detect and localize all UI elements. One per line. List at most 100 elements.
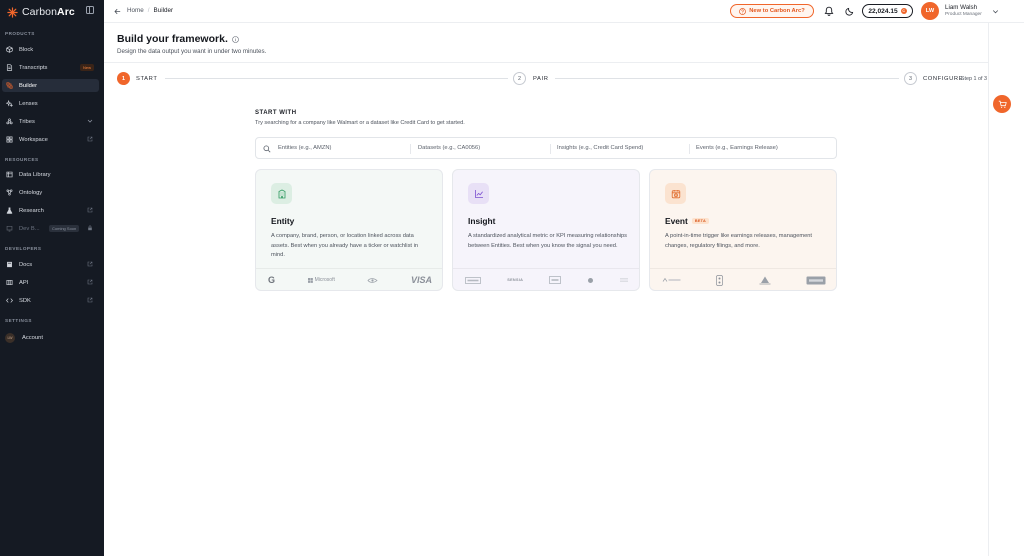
start-with-hint: Try searching for a company like Walmart… [255,120,465,126]
partner-logo [549,276,562,284]
carbon-arc-logo-icon [7,6,18,18]
nvidia-logo [367,277,379,284]
avatar[interactable]: LW [921,2,939,20]
credits-balance[interactable]: 22,024.15 C [862,4,913,18]
sidebar-item-sdk[interactable]: SDK [2,294,99,307]
sidebar-item-data-library[interactable]: Data Library [2,168,99,181]
sidebar-item-label: API [19,279,29,286]
sidebar-item-api[interactable]: API [2,276,99,289]
info-icon[interactable] [232,35,239,43]
visa-logo: VISA [410,275,432,285]
sidebar-item-tribes[interactable]: Tribes [2,115,99,128]
sidebar-item-account[interactable]: LW Account [2,331,99,344]
promo-label: New to Carbon Arc? [749,8,805,14]
breadcrumb-current: Builder [153,7,174,14]
section-developers: DEVELOPERS [5,246,42,251]
divider [550,144,551,154]
partner-logo [716,274,724,286]
entity-title: Entity [271,216,295,226]
sensia-logo: SENSIA [507,278,524,282]
step-3-label: CONFIGURE [923,76,964,82]
brand[interactable]: CarbonArc [7,5,75,19]
external-link-icon [87,279,93,285]
page-title-row: Build your framework. [117,33,239,45]
back-arrow-icon[interactable] [114,8,121,15]
search-field-events[interactable]: Events (e.g., Earnings Release) [696,145,778,151]
new-to-carbon-arc-button[interactable]: New to Carbon Arc? [730,4,814,18]
user-name[interactable]: Liam Walsh [945,4,977,11]
divider [453,268,639,269]
page-subtitle: Design the data output you want in under… [117,48,267,55]
card-description: A standardized analytical metric or KPI … [468,233,628,249]
cart-button[interactable] [993,95,1011,113]
section-resources: RESOURCES [5,157,39,162]
event-card[interactable]: Event BETA A point-in-time trigger like … [649,169,837,291]
section-settings: SETTINGS [5,318,32,323]
card-description: A company, brand, person, or location li… [271,233,418,259]
moon-icon[interactable] [845,6,855,16]
tribes-icon [5,118,13,126]
api-icon [5,279,13,287]
sidebar-item-block[interactable]: Block [2,43,99,56]
search-field-insights[interactable]: Insights (e.g., Credit Card Spend) [557,145,643,151]
beta-badge: BETA [691,218,710,224]
sidebar-collapse-icon[interactable] [86,6,94,14]
divider [104,62,988,63]
sparkle-icon [5,100,13,108]
lock-icon [87,225,93,231]
sidebar-item-label: Transcripts [19,64,48,71]
divider [650,268,836,269]
sidebar-item-lenses[interactable]: Lenses [2,97,99,110]
step-3-number[interactable]: 3 [904,72,917,85]
builder-icon [5,82,13,90]
card-title: Insight [468,216,495,226]
library-icon [5,171,13,179]
search-field-datasets[interactable]: Datasets (e.g., CA0056) [418,145,480,151]
sidebar-item-label: SDK [19,297,31,304]
sidebar-item-docs[interactable]: Docs [2,258,99,271]
sidebar-item-workspace[interactable]: Workspace [2,133,99,146]
ontology-icon [5,189,13,197]
divider [256,268,442,269]
search-bar[interactable]: Entities (e.g., AMZN) Datasets (e.g., CA… [255,137,837,159]
coin-icon: C [900,8,907,14]
coming-soon-badge: Coming Soon [49,225,80,232]
partner-logo [619,277,629,283]
cart-icon [998,100,1007,108]
chevron-down-icon[interactable] [87,118,93,124]
search-field-entities[interactable]: Entities (e.g., AMZN) [278,145,331,151]
grid-icon [5,136,13,144]
sidebar-item-label: Ontology [19,189,43,196]
event-title: Event [665,216,688,226]
search-icon [263,145,271,153]
sidebar-item-transcripts[interactable]: Transcripts New [2,61,99,74]
step-1-number[interactable]: 1 [117,72,130,85]
book-icon [5,261,13,269]
stepper: 1 START 2 PAIR 3 CONFIGURE Step 1 of 3 [117,72,987,86]
entity-card[interactable]: Entity A company, brand, person, or loca… [255,169,443,291]
sidebar-item-ontology[interactable]: Ontology [2,186,99,199]
logo-strip: SENSIA [465,273,629,287]
sidebar-item-research[interactable]: Research [2,204,99,217]
user-role: Product Manager [945,12,982,17]
sidebar-item-dev-b: Dev B... Coming Soon [2,222,99,235]
step-2-number[interactable]: 2 [513,72,526,85]
insight-card[interactable]: Insight A standardized analytical metric… [452,169,640,291]
sidebar-item-label: Tribes [19,118,35,125]
step-connector [165,78,508,79]
chevron-down-icon[interactable] [992,8,999,15]
building-icon [271,183,292,204]
sidebar-item-label: Docs [19,261,33,268]
external-link-icon [87,261,93,267]
chart-line-icon [468,183,489,204]
sidebar-item-label: Data Library [19,171,51,178]
sidebar-item-builder[interactable]: Builder [2,79,99,92]
sidebar-item-label: Builder [19,82,38,89]
new-badge: New [79,64,94,71]
breadcrumb-separator: / [147,7,150,14]
app-root: CarbonArc PRODUCTS Block Transcripts New… [0,0,1024,556]
breadcrumb-home[interactable]: Home [127,7,144,14]
partner-logo [587,277,593,283]
bell-icon[interactable] [824,6,834,16]
sidebar: CarbonArc PRODUCTS Block Transcripts New… [0,0,104,556]
